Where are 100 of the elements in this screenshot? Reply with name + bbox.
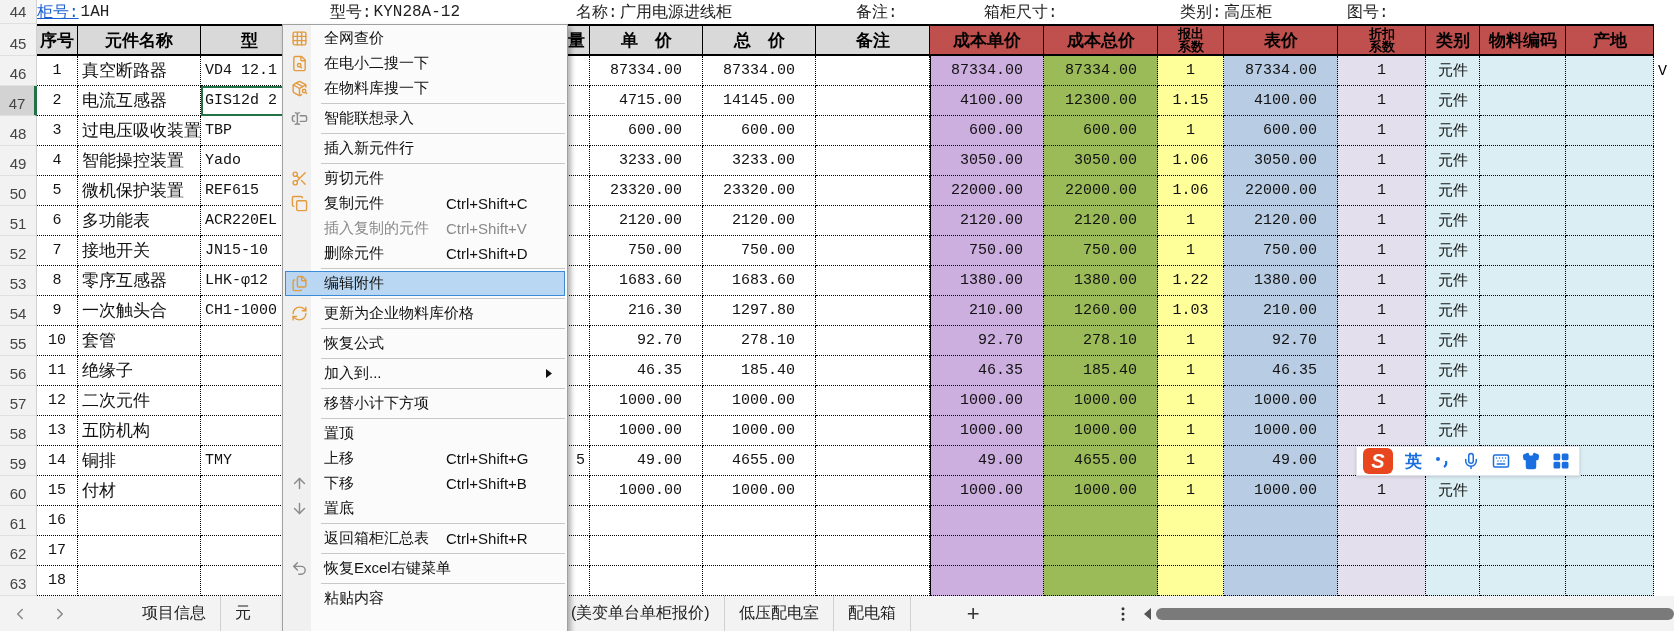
table-cell: 5 (37, 176, 78, 206)
table-cell: 1 (1338, 86, 1426, 116)
add-sheet-button[interactable]: + (960, 600, 986, 627)
row-number[interactable]: 63 (0, 566, 37, 596)
scroll-left-icon[interactable] (1143, 607, 1152, 620)
row-number[interactable]: 60 (0, 476, 37, 506)
copy-icon (290, 195, 308, 212)
table-cell: 600.00 (930, 116, 1044, 146)
row-number[interactable]: 57 (0, 386, 37, 416)
table-cell: 12 (37, 386, 78, 416)
menu-item[interactable]: 加入到... (285, 361, 565, 386)
column-header: 总 价 (703, 24, 816, 56)
row-number[interactable]: 50 (0, 176, 37, 206)
table-cell: 套管 (78, 326, 201, 356)
row-number[interactable]: 46 (0, 56, 37, 86)
table-cell: 1.03 (1158, 296, 1224, 326)
table-cell: 1 (1158, 476, 1224, 506)
table-cell: 3233.00 (703, 146, 816, 176)
table-cell: 4 (37, 146, 78, 176)
ime-logo[interactable]: S (1363, 448, 1393, 474)
table-cell: 22000.00 (1044, 176, 1158, 206)
row-number[interactable]: 44 (0, 0, 37, 24)
row-number[interactable]: 55 (0, 326, 37, 356)
table-cell: 210.00 (1224, 296, 1338, 326)
row-number[interactable]: 54 (0, 296, 37, 326)
table-cell-text: V (1657, 61, 1668, 82)
menu-item[interactable]: 编辑附件 (285, 271, 565, 296)
microphone-icon[interactable] (1462, 452, 1480, 470)
table-cell: 18 (37, 566, 78, 596)
row-number[interactable]: 53 (0, 266, 37, 296)
row-number[interactable]: 58 (0, 416, 37, 446)
table-cell: 1683.60 (590, 266, 703, 296)
table-cell: 4655.00 (1044, 446, 1158, 476)
table-cell: 750.00 (930, 236, 1044, 266)
table-cell: 真空断路器 (78, 56, 201, 86)
submenu-arrow-icon (546, 369, 552, 378)
table-cell: 1260.00 (1044, 296, 1158, 326)
info-label: 图号: (1347, 2, 1389, 23)
box-search-icon (290, 80, 308, 97)
table-cell: 元件 (1426, 266, 1480, 296)
table-cell: 92.70 (1224, 326, 1338, 356)
scrollbar-thumb[interactable] (1155, 607, 1674, 620)
table-cell: 15 (37, 476, 78, 506)
column-header: 产地 (1566, 24, 1654, 56)
row-number[interactable]: 59 (0, 446, 37, 476)
row-number[interactable]: 61 (0, 506, 37, 536)
menu-item[interactable]: 恢复Excel右键菜单 (285, 556, 565, 581)
sheet-tab[interactable]: 项目信息 (128, 596, 221, 631)
sheet-tab[interactable]: 低压配电室 (724, 596, 834, 631)
table-cell: 元件 (1426, 386, 1480, 416)
row-number[interactable]: 62 (0, 536, 37, 566)
table-cell: 87334.00 (703, 56, 816, 86)
table-cell: 23320.00 (703, 176, 816, 206)
info-label: 型号: (330, 2, 372, 23)
table-cell: 4655.00 (703, 446, 816, 476)
table-cell: 1 (1338, 266, 1426, 296)
table-cell: 1000.00 (590, 416, 703, 446)
table-cell: 元件 (1426, 236, 1480, 266)
table-cell: 3050.00 (1224, 146, 1338, 176)
row-number[interactable]: 51 (0, 206, 37, 236)
info-link[interactable]: 柜号: (37, 1, 79, 23)
ime-mode-toggle[interactable]: 英 (1405, 449, 1422, 473)
menu-item[interactable]: 移替小计下方项 (285, 391, 565, 416)
table-cell: 1 (1338, 146, 1426, 176)
table-cell: 1000.00 (1224, 386, 1338, 416)
sheet-tab[interactable]: 配电箱 (833, 596, 911, 631)
table-cell: 2120.00 (1044, 206, 1158, 236)
grid-icon[interactable] (1552, 452, 1570, 470)
info-value: 1AH (80, 3, 110, 21)
table-cell: 87334.00 (590, 56, 703, 86)
table-cell: 一次触头合 (78, 296, 201, 326)
table-cell: 零序互感器 (78, 266, 201, 296)
column-header: 元件名称 (78, 24, 201, 56)
menu-item[interactable]: 置底 (285, 496, 565, 521)
row-number[interactable]: 48 (0, 116, 37, 146)
table-cell: 1000.00 (703, 476, 816, 506)
row-number[interactable]: 47 (0, 86, 37, 116)
menu-item[interactable]: 置顶 (285, 421, 565, 446)
row-number[interactable]: 52 (0, 236, 37, 266)
table-cell: 元件 (1426, 356, 1480, 386)
row-number[interactable]: 45 (0, 24, 37, 56)
table-cell: 智能操控装置 (78, 146, 201, 176)
table-cell: 1000.00 (1224, 416, 1338, 446)
menu-item[interactable]: 恢复公式 (285, 331, 565, 356)
table-cell: 1.15 (1158, 86, 1224, 116)
table-cell: 元件 (1426, 86, 1480, 116)
table-cell: 1000.00 (930, 416, 1044, 446)
shirt-icon[interactable] (1522, 452, 1540, 470)
column-header: 序号 (37, 24, 78, 56)
table-cell: 46.35 (1224, 356, 1338, 386)
info-label: 备注: (856, 2, 898, 23)
row-number[interactable]: 56 (0, 356, 37, 386)
row-number[interactable]: 49 (0, 146, 37, 176)
keyboard-icon[interactable] (1492, 452, 1510, 470)
column-header: 备注 (816, 24, 930, 56)
table-cell: 1 (1158, 446, 1224, 476)
menu-item[interactable]: 返回箱柜汇总表 Ctrl+Shift+R (285, 526, 565, 551)
column-header: 报出系数 (1158, 24, 1224, 56)
table-cell: 4100.00 (930, 86, 1044, 116)
table-cell: 10 (37, 326, 78, 356)
